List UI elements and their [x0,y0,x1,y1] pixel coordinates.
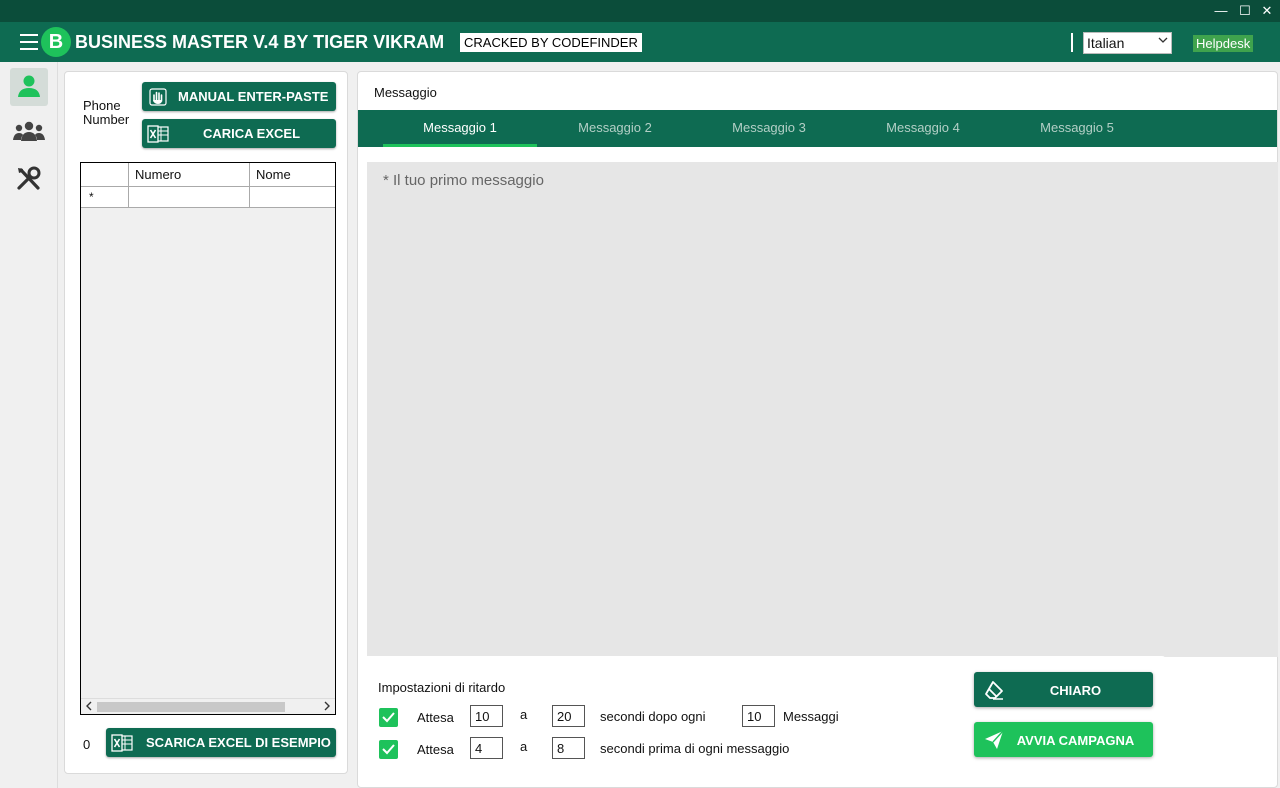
grid-corner-cell [81,163,129,186]
excel-icon [142,124,174,143]
tab-messaggio-5[interactable]: Messaggio 5 [1000,110,1154,147]
tab-messaggio-1[interactable]: Messaggio 1 [383,110,537,147]
phone-number-label: Phone Number [83,98,130,127]
delay-settings: Impostazioni di ritardo Attesa 10 a 20 s… [361,656,1166,773]
messages-count-input[interactable]: 10 [742,705,775,727]
close-button[interactable]: ✕ [1258,3,1276,19]
crack-badge: CRACKED BY CODEFINDER [460,33,642,52]
a-label-2: a [520,739,528,754]
check-icon [382,712,395,723]
delay-before-checkbox[interactable] [379,740,398,759]
hamburger-icon[interactable] [20,34,38,50]
attesa-label-2: Attesa [417,742,454,757]
app-title: BUSINESS MASTER V.4 BY TIGER VIKRAM [75,32,445,52]
tab-messaggio-4[interactable]: Messaggio 4 [846,110,1000,147]
check-icon [382,744,395,755]
start-campaign-label: AVVIA CAMPAGNA [1016,733,1135,748]
side-nav [0,62,58,788]
message-tabs: Messaggio 1 Messaggio 2 Messaggio 3 Mess… [358,110,1277,147]
hand-icon [142,87,174,106]
contact-count: 0 [83,737,91,752]
app-header: B BUSINESS MASTER V.4 BY TIGER VIKRAM CR… [0,22,1280,62]
nome-cell[interactable] [250,187,335,207]
header-divider [1071,33,1073,52]
carica-excel-button[interactable]: CARICA EXCEL [142,119,336,148]
app-logo: B [41,27,71,57]
column-header-numero[interactable]: Numero [129,163,250,186]
column-header-nome[interactable]: Nome [250,163,335,186]
tab-messaggio-3[interactable]: Messaggio 3 [692,110,846,147]
maximize-button[interactable]: ☐ [1236,3,1254,19]
manual-enter-paste-button[interactable]: MANUAL ENTER-PASTE [142,82,336,111]
delay-before-max-input[interactable]: 8 [552,737,585,759]
language-select[interactable]: Italian [1083,32,1172,54]
nav-groups[interactable] [10,114,48,152]
scroll-left-icon[interactable] [85,700,93,714]
delay-after-max-input[interactable]: 20 [552,705,585,727]
delay-before-min-input[interactable]: 4 [470,737,503,759]
group-icon [13,120,45,147]
attesa-label-1: Attesa [417,710,454,725]
row-header-cell: * [81,187,129,207]
secondi-prima-label: secondi prima di ogni messaggio [600,741,790,756]
tools-icon [16,166,42,195]
chevron-down-icon [1158,34,1168,48]
helpdesk-link[interactable]: Helpdesk [1193,35,1254,52]
contacts-panel: Phone Number MANUAL ENTER-PASTE CARICA E… [64,71,348,774]
horizontal-scrollbar[interactable] [81,698,335,714]
new-row[interactable]: * [81,187,335,208]
language-value: Italian [1087,35,1125,51]
user-icon [16,73,42,102]
tab-messaggio-2[interactable]: Messaggio 2 [538,110,692,147]
secondi-dopo-label: secondi dopo ogni [600,709,706,724]
a-label-1: a [520,707,528,722]
scroll-right-icon[interactable] [323,700,331,714]
download-sample-excel-button[interactable]: SCARICA EXCEL DI ESEMPIO [106,728,336,757]
contacts-grid[interactable]: Numero Nome * [80,162,336,715]
sample-button-label: SCARICA EXCEL DI ESEMPIO [146,735,331,750]
delay-after-min-input[interactable]: 10 [470,705,503,727]
manual-button-label: MANUAL ENTER-PASTE [178,89,329,104]
scrollbar-thumb[interactable] [97,702,285,712]
excel-icon [106,733,138,752]
start-campaign-button[interactable]: AVVIA CAMPAGNA [974,722,1153,757]
clear-button-label: CHIARO [1049,683,1102,698]
message-textarea[interactable]: * Il tuo primo messaggio [367,162,1278,657]
minimize-button[interactable]: — [1212,3,1230,19]
nav-tools[interactable] [10,161,48,199]
numero-cell[interactable] [129,187,250,207]
delay-after-checkbox[interactable] [379,708,398,727]
delay-settings-title: Impostazioni di ritardo [378,680,506,695]
clear-button[interactable]: CHIARO [974,672,1153,707]
grid-header: Numero Nome [81,163,335,187]
messaggi-label: Messaggi [783,709,839,724]
excel-button-label: CARICA EXCEL [203,126,301,141]
nav-contacts[interactable] [10,68,48,106]
window-titlebar: — ☐ ✕ [0,0,1280,22]
message-section-label: Messaggio [374,85,437,100]
